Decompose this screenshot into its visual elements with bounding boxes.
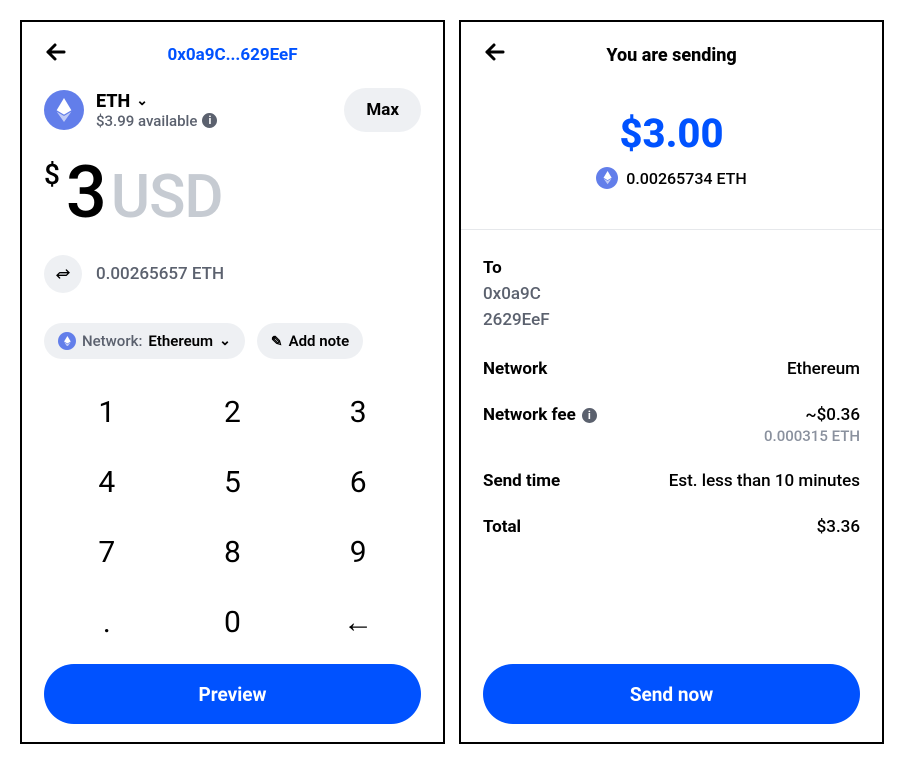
network-chip[interactable]: Network: Ethereum ⌄ [44,323,245,359]
key-8[interactable]: 8 [170,518,296,588]
key-3[interactable]: 3 [295,377,421,447]
key-1[interactable]: 1 [44,377,170,447]
key-2[interactable]: 2 [170,377,296,447]
info-icon[interactable]: i [582,408,597,423]
to-line1: 0x0a9C [483,282,860,308]
add-note-label: Add note [289,332,350,350]
topbar: 0x0a9C...629EeF [44,40,421,70]
total-value: $3.36 [817,517,860,537]
fee-label: Network fee [483,405,576,425]
send-entry-screen: 0x0a9C...629EeF ETH ⌄ $3.99 available i … [20,20,445,744]
topbar: You are sending [483,40,860,70]
converted-amount: 0.00265657 ETH [96,264,224,284]
key-7[interactable]: 7 [44,518,170,588]
detail-send-time: Send time Est. less than 10 minutes [483,471,860,491]
spacer [483,563,860,658]
currency-symbol: $ [44,158,60,191]
key-backspace[interactable]: ← [295,588,421,658]
total-label: Total [483,517,521,537]
key-9[interactable]: 9 [295,518,421,588]
amount-currency: USD [111,161,223,232]
available-balance: $3.99 available [96,112,197,130]
add-note-chip[interactable]: Add note [257,323,363,359]
pencil-icon [271,332,283,350]
send-time-label: Send time [483,471,560,491]
preview-button[interactable]: Preview [44,664,421,724]
key-0[interactable]: 0 [170,588,296,658]
numeric-keypad: 1 2 3 4 5 6 7 8 9 . 0 ← [44,377,421,658]
network-value: Ethereum [787,359,860,379]
send-now-button[interactable]: Send now [483,664,860,724]
key-5[interactable]: 5 [170,447,296,517]
detail-fee: Network fee i ~$0.36 0.000315 ETH [483,405,860,445]
send-confirmation-screen: You are sending $3.00 0.00265734 ETH To … [459,20,884,744]
chevron-down-icon: ⌄ [136,93,148,109]
network-label: Network [483,359,547,379]
info-icon[interactable]: i [202,113,217,128]
key-4[interactable]: 4 [44,447,170,517]
summary-sub-value: 0.00265734 ETH [626,169,747,188]
asset-info[interactable]: ETH ⌄ $3.99 available i [96,91,332,130]
asset-selector-row: ETH ⌄ $3.99 available i Max [44,88,421,132]
key-6[interactable]: 6 [295,447,421,517]
back-button[interactable] [44,40,74,71]
to-line2: 2629EeF [483,308,860,334]
detail-network: Network Ethereum [483,359,860,379]
amount-display: $ 3 USD [44,150,421,235]
fee-value: ~$0.36 [764,405,860,425]
divider [461,229,882,230]
converted-amount-row: 0.00265657 ETH [44,255,421,293]
summary-amount: $3.00 [483,110,860,157]
back-button[interactable] [483,40,513,71]
network-chip-label: Network: [82,332,142,350]
detail-total: Total $3.36 [483,517,860,537]
to-label: To [483,258,860,278]
eth-icon [44,90,84,130]
eth-icon-small [596,167,618,189]
asset-symbol: ETH [96,91,130,112]
amount-value: 3 [66,150,105,235]
chips-row: Network: Ethereum ⌄ Add note [44,323,421,359]
fee-sub: 0.000315 ETH [764,427,860,445]
network-chip-value: Ethereum [148,332,213,350]
swap-currency-button[interactable] [44,255,82,293]
send-time-value: Est. less than 10 minutes [669,471,860,491]
eth-icon-small [58,332,76,350]
page-title: You are sending [513,45,830,66]
chevron-down-icon: ⌄ [219,333,231,349]
detail-to: To 0x0a9C 2629EeF [483,258,860,333]
key-dot[interactable]: . [44,588,170,658]
summary-sub-amount: 0.00265734 ETH [483,167,860,189]
max-button[interactable]: Max [344,88,421,132]
recipient-address-short[interactable]: 0x0a9C...629EeF [74,45,391,65]
